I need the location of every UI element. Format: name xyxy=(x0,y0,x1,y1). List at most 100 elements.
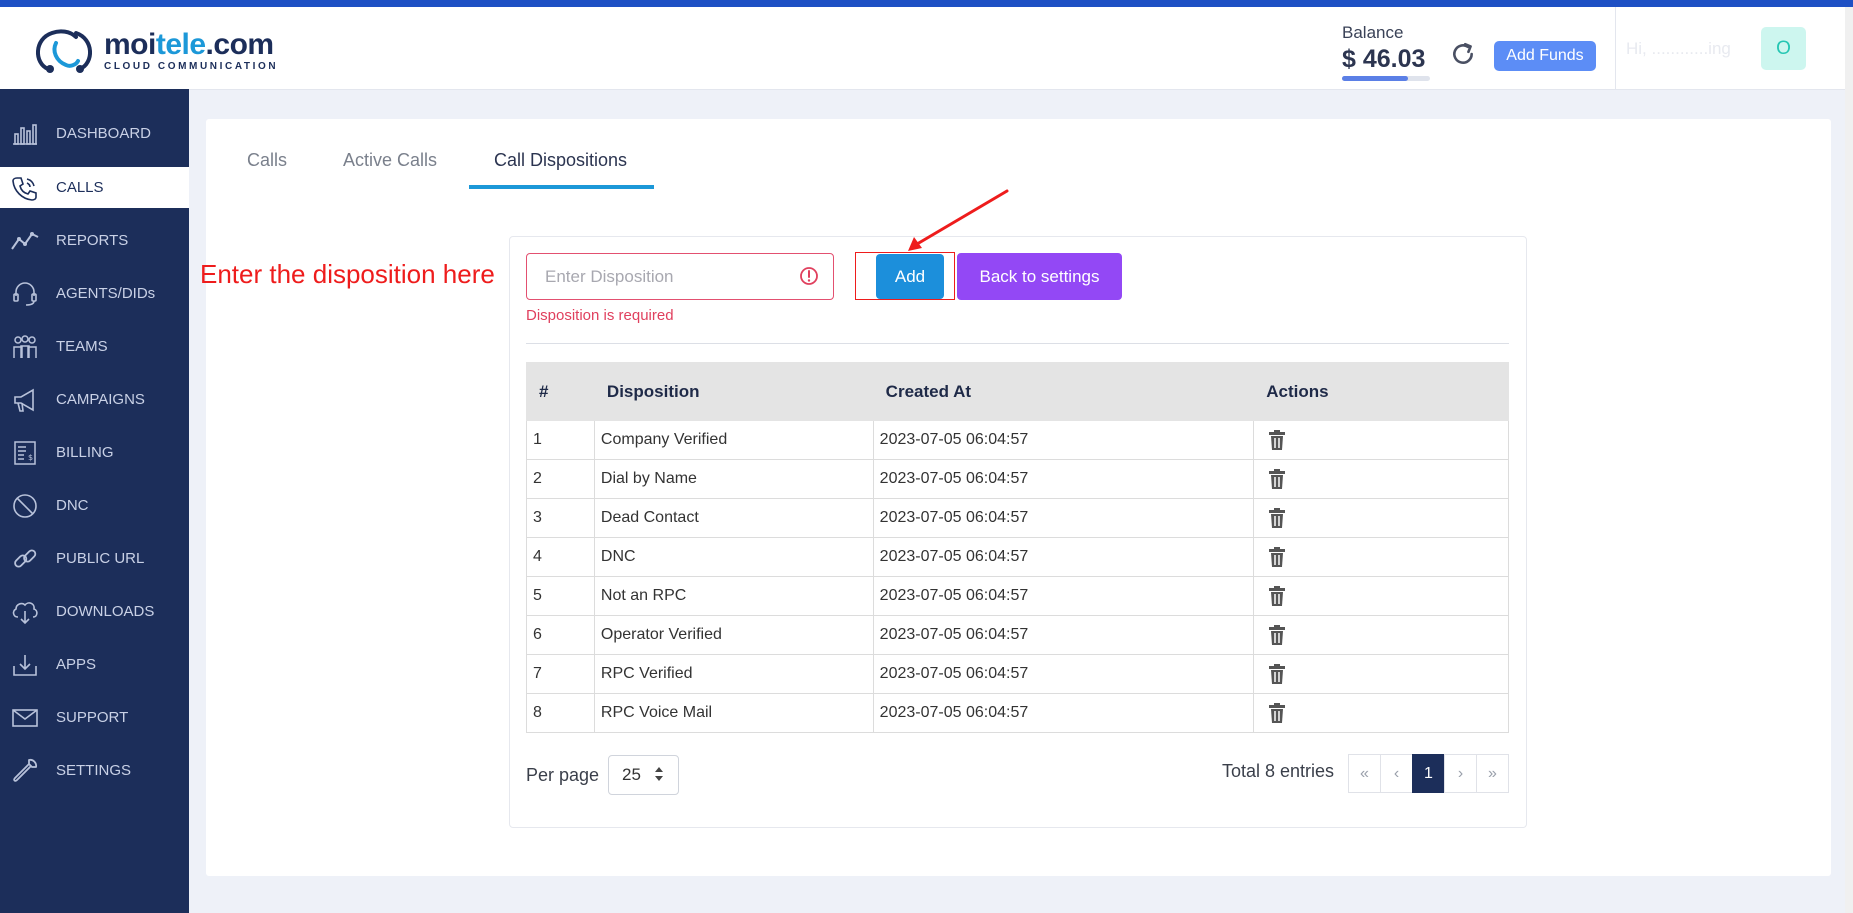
row-number: 3 xyxy=(526,498,595,538)
back-to-settings-button[interactable]: Back to settings xyxy=(957,253,1122,300)
sidebar-item-settings[interactable]: SETTINGS xyxy=(0,750,189,791)
sidebar-item-billing[interactable]: $ BILLING xyxy=(0,432,189,473)
column-header[interactable]: # xyxy=(526,362,595,421)
sidebar-item-label: DOWNLOADS xyxy=(56,603,155,620)
row-created-at: 2023-07-05 06:04:57 xyxy=(872,576,1255,616)
pagination: « ‹ 1 › » xyxy=(1348,754,1509,793)
balance-value: $ 46.03 xyxy=(1342,45,1426,73)
dashboard-icon xyxy=(8,119,42,149)
row-created-at: 2023-07-05 06:04:57 xyxy=(872,537,1255,577)
column-header[interactable]: Disposition xyxy=(593,362,874,421)
prev-page-button[interactable]: ‹ xyxy=(1380,754,1413,793)
row-disposition: Operator Verified xyxy=(593,615,874,655)
sidebar-item-label: DNC xyxy=(56,497,89,514)
logo-mark-icon xyxy=(36,29,92,73)
sidebar-item-downloads[interactable]: DOWNLOADS xyxy=(0,591,189,632)
row-number: 5 xyxy=(526,576,595,616)
sidebar-item-label: AGENTS/DIDs xyxy=(56,285,156,302)
next-page-button[interactable]: › xyxy=(1444,754,1477,793)
table-row: 6 Operator Verified 2023-07-05 06:04:57 xyxy=(526,615,1509,655)
first-page-button[interactable]: « xyxy=(1348,754,1381,793)
sidebar-item-label: PUBLIC URL xyxy=(56,550,145,567)
header: moitele.com CLOUD COMMUNICATION Balance … xyxy=(0,7,1845,90)
tab-active-calls[interactable]: Active Calls xyxy=(343,150,437,171)
row-number: 7 xyxy=(526,654,595,694)
row-number: 4 xyxy=(526,537,595,577)
header-divider xyxy=(1615,7,1616,89)
trash-icon[interactable] xyxy=(1266,702,1288,724)
annotation-arrow-icon xyxy=(908,189,1009,251)
row-created-at: 2023-07-05 06:04:57 xyxy=(872,615,1255,655)
annotation-text: Enter the disposition here xyxy=(200,259,495,289)
sidebar-item-label: SETTINGS xyxy=(56,762,132,779)
row-disposition: Not an RPC xyxy=(593,576,874,616)
add-funds-button[interactable]: Add Funds xyxy=(1494,41,1596,71)
table-row: 4 DNC 2023-07-05 06:04:57 xyxy=(526,537,1509,577)
row-created-at: 2023-07-05 06:04:57 xyxy=(872,420,1255,460)
trash-icon[interactable] xyxy=(1266,585,1288,607)
sidebar-item-label: SUPPORT xyxy=(56,709,129,726)
validation-error: Disposition is required xyxy=(526,307,674,324)
link-icon xyxy=(8,544,42,574)
row-disposition: RPC Verified xyxy=(593,654,874,694)
sidebar-item-agents[interactable]: AGENTS/DIDs xyxy=(0,273,189,314)
per-page-label: Per page xyxy=(526,765,600,785)
cloud-download-icon xyxy=(8,597,42,627)
table-row: 5 Not an RPC 2023-07-05 06:04:57 xyxy=(526,576,1509,616)
section-divider xyxy=(526,343,1509,344)
sidebar-item-campaigns[interactable]: CAMPAIGNS xyxy=(0,379,189,420)
svg-text:$: $ xyxy=(28,453,33,462)
trash-icon[interactable] xyxy=(1266,429,1288,451)
avatar[interactable]: O xyxy=(1761,27,1806,70)
sidebar: DASHBOARD CALLS REPORTS AGENTS/DIDs TEAM… xyxy=(0,89,189,913)
trash-icon[interactable] xyxy=(1266,663,1288,685)
trash-icon[interactable] xyxy=(1266,546,1288,568)
page-scrollbar[interactable] xyxy=(1845,7,1853,913)
error-icon xyxy=(800,267,818,285)
wrench-icon xyxy=(8,756,42,786)
per-page-value: 25 xyxy=(622,765,641,784)
user-greeting[interactable]: Hi, ............ing xyxy=(1626,39,1731,59)
sidebar-item-support[interactable]: SUPPORT xyxy=(0,697,189,738)
per-page-select[interactable]: 25 xyxy=(608,755,679,795)
total-entries: Total 8 entries xyxy=(1222,761,1335,781)
active-tab-indicator xyxy=(469,185,654,189)
sidebar-item-label: REPORTS xyxy=(56,232,129,249)
row-disposition: RPC Voice Mail xyxy=(593,693,874,733)
row-disposition: DNC xyxy=(593,537,874,577)
sidebar-item-teams[interactable]: TEAMS xyxy=(0,326,189,367)
trash-icon[interactable] xyxy=(1266,624,1288,646)
sidebar-item-label: APPS xyxy=(56,656,97,673)
sidebar-item-public-url[interactable]: PUBLIC URL xyxy=(0,538,189,579)
row-created-at: 2023-07-05 06:04:57 xyxy=(872,693,1255,733)
tab-calls[interactable]: Calls xyxy=(247,150,287,171)
trash-icon[interactable] xyxy=(1266,507,1288,529)
sidebar-item-calls[interactable]: CALLS xyxy=(0,167,189,208)
trash-icon[interactable] xyxy=(1266,468,1288,490)
row-created-at: 2023-07-05 06:04:57 xyxy=(872,654,1255,694)
apps-icon xyxy=(8,650,42,680)
disposition-input-wrapper[interactable] xyxy=(526,253,834,300)
last-page-button[interactable]: » xyxy=(1476,754,1509,793)
logo-wordmark: moitele.com xyxy=(104,28,274,61)
tab-call-dispositions[interactable]: Call Dispositions xyxy=(494,150,627,171)
sidebar-item-dashboard[interactable]: DASHBOARD xyxy=(0,113,189,154)
page-1-button[interactable]: 1 xyxy=(1412,754,1445,793)
column-header[interactable]: Created At xyxy=(872,362,1255,421)
balance-label: Balance xyxy=(1342,23,1404,42)
sidebar-item-label: BILLING xyxy=(56,444,114,461)
row-disposition: Dial by Name xyxy=(593,459,874,499)
sidebar-item-dnc[interactable]: DNC xyxy=(0,485,189,526)
table-row: 7 RPC Verified 2023-07-05 06:04:57 xyxy=(526,654,1509,694)
logo[interactable]: moitele.com CLOUD COMMUNICATION xyxy=(30,25,278,77)
mail-icon xyxy=(8,703,42,733)
disposition-input[interactable] xyxy=(543,265,787,288)
sidebar-item-reports[interactable]: REPORTS xyxy=(0,220,189,261)
row-created-at: 2023-07-05 06:04:57 xyxy=(872,498,1255,538)
row-disposition: Dead Contact xyxy=(593,498,874,538)
teams-icon xyxy=(8,332,42,362)
headset-icon xyxy=(8,279,42,309)
refresh-icon[interactable] xyxy=(1450,41,1476,67)
sidebar-item-apps[interactable]: APPS xyxy=(0,644,189,685)
row-number: 8 xyxy=(526,693,595,733)
